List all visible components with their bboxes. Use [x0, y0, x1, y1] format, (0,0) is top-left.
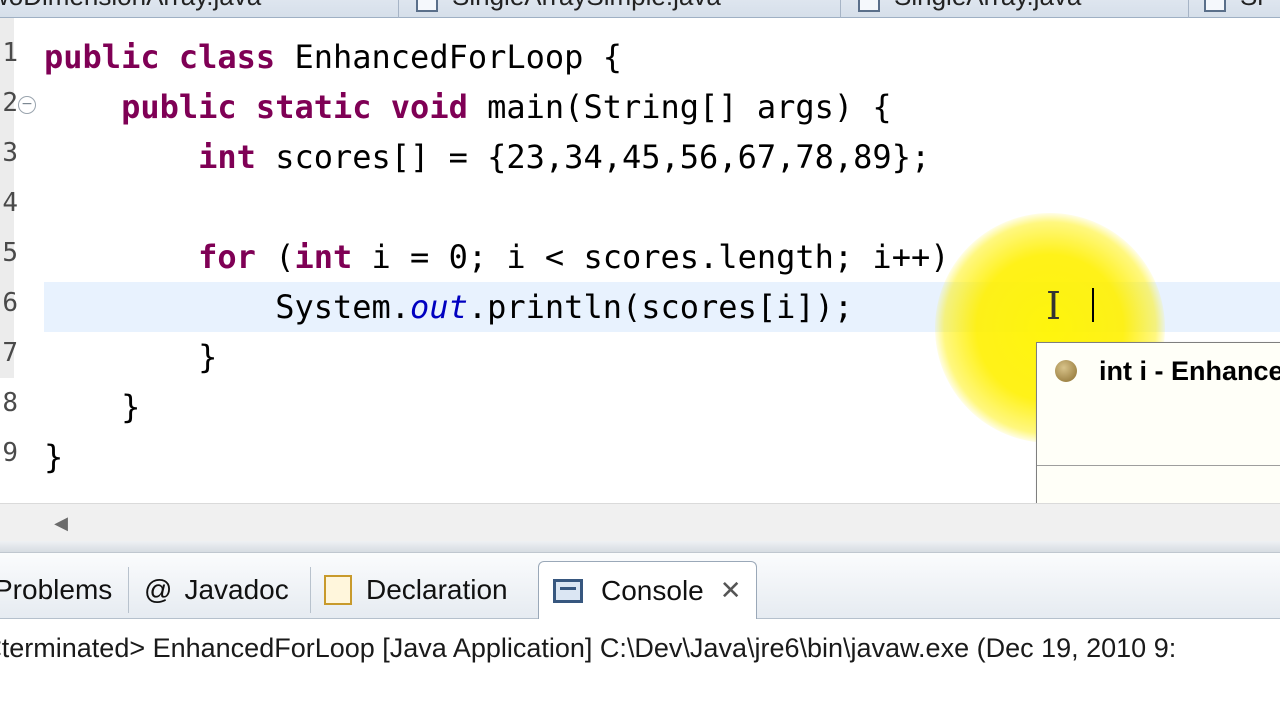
line-number: 4 — [2, 188, 18, 218]
view-tab-bar: Problems @ Javadoc Declaration Console ✕ — [0, 553, 1280, 619]
tab-problems[interactable]: Problems — [0, 561, 112, 619]
tab-divider — [840, 0, 841, 18]
line-number: 2 — [2, 88, 18, 118]
tab-divider — [1188, 0, 1189, 18]
tab-label: Javadoc — [184, 574, 289, 605]
editor-tab-bar: woDimensionArray.java SingleArraySimple.… — [0, 0, 1280, 18]
tab-label: Problems — [0, 574, 113, 605]
tab-declaration[interactable]: Declaration — [324, 561, 508, 619]
code-line-5: for (int i = 0; i < scores.length; i++) — [44, 232, 1280, 282]
at-icon: @ — [144, 574, 173, 605]
tab-console[interactable]: Console ✕ — [538, 561, 757, 619]
scroll-left-arrow-icon[interactable]: ◀ — [50, 512, 72, 534]
tab-divider — [310, 567, 311, 613]
line-number: 7 — [2, 338, 18, 368]
code-text: ( — [255, 238, 295, 276]
code-text: .println(scores[i]); — [467, 288, 854, 326]
horizontal-scrollbar[interactable]: ◀ — [0, 503, 1280, 541]
editor-tab-singlearraysimple[interactable]: SingleArraySimple.java — [416, 0, 721, 18]
java-file-icon — [1204, 0, 1226, 12]
keyword: public class — [44, 38, 276, 76]
java-file-icon — [416, 0, 438, 12]
code-text: } — [121, 388, 141, 426]
popup-divider — [1037, 465, 1280, 466]
line-number: 5 — [2, 238, 18, 268]
code-line-2: public static void main(String[] args) { — [44, 82, 1280, 132]
keyword: for — [198, 238, 256, 276]
line-number: 8 — [2, 388, 18, 418]
tab-divider — [128, 567, 129, 613]
code-line-3: int scores[] = {23,34,45,56,67,78,89}; — [44, 132, 1280, 182]
tab-javadoc[interactable]: @ Javadoc — [144, 561, 289, 619]
content-assist-item[interactable]: int i - EnhancedForLoop.main(String[]) — [1037, 343, 1280, 399]
editor-tab-label: woDimensionArray.java — [0, 0, 261, 12]
close-icon[interactable]: ✕ — [720, 575, 742, 606]
editor-tab-singlearray[interactable]: SingleArray.java — [858, 0, 1081, 18]
console-view[interactable]: <terminated> EnhancedForLoop [Java Appli… — [0, 620, 1280, 720]
editor-tab-label: SingleArray.java — [894, 0, 1081, 12]
code-text: } — [198, 338, 218, 376]
editor-tab-label: SingleArraySimple.java — [452, 0, 721, 12]
editor-tab-twodimensionarray[interactable]: woDimensionArray.java — [0, 0, 261, 18]
line-number: 1 — [2, 38, 18, 68]
code-line-1: public class EnhancedForLoop { — [44, 32, 1280, 82]
declaration-icon — [324, 575, 352, 605]
keyword: public static void — [121, 88, 468, 126]
tab-label: Declaration — [366, 574, 508, 605]
content-assist-item-label: int i - EnhancedForLoop.main(String[]) — [1099, 355, 1280, 386]
java-file-icon — [858, 0, 880, 12]
ibeam-cursor-icon: I — [1046, 284, 1062, 328]
keyword: int — [198, 138, 256, 176]
tab-divider — [398, 0, 399, 18]
line-number-ruler: 1 2 − 3 4 5 6 7 8 9 — [0, 18, 40, 503]
console-status-text: <terminated> EnhancedForLoop [Java Appli… — [0, 633, 1177, 663]
code-text: } — [44, 438, 64, 476]
local-variable-icon — [1055, 360, 1077, 382]
editor-tab-label: Si — [1240, 0, 1263, 12]
code-text: main(String[] args) { — [467, 88, 892, 126]
code-text: System. — [275, 288, 411, 326]
editor-tab-more[interactable]: Si — [1204, 0, 1263, 18]
panel-sash[interactable] — [0, 541, 1280, 553]
content-assist-popup: int i - EnhancedForLoop.main(String[]) — [1036, 342, 1280, 505]
static-field: out — [410, 288, 468, 326]
eclipse-window: woDimensionArray.java SingleArraySimple.… — [0, 0, 1280, 720]
tab-label: Console — [601, 574, 704, 606]
collapse-icon[interactable]: − — [18, 96, 36, 114]
code-line-6-current: System.out.println(scores[i]); — [44, 282, 1280, 332]
line-number: 6 — [2, 288, 18, 318]
code-text: scores[] = {23,34,45,56,67,78,89}; — [255, 138, 931, 176]
keyword: int — [294, 238, 353, 276]
line-number: 3 — [2, 138, 18, 168]
console-icon — [553, 578, 583, 603]
code-text: i = 0; i < scores.length; i++) — [352, 238, 950, 276]
line-number: 9 — [2, 438, 18, 468]
text-caret — [1092, 288, 1094, 322]
code-text: EnhancedForLoop { — [275, 38, 622, 76]
